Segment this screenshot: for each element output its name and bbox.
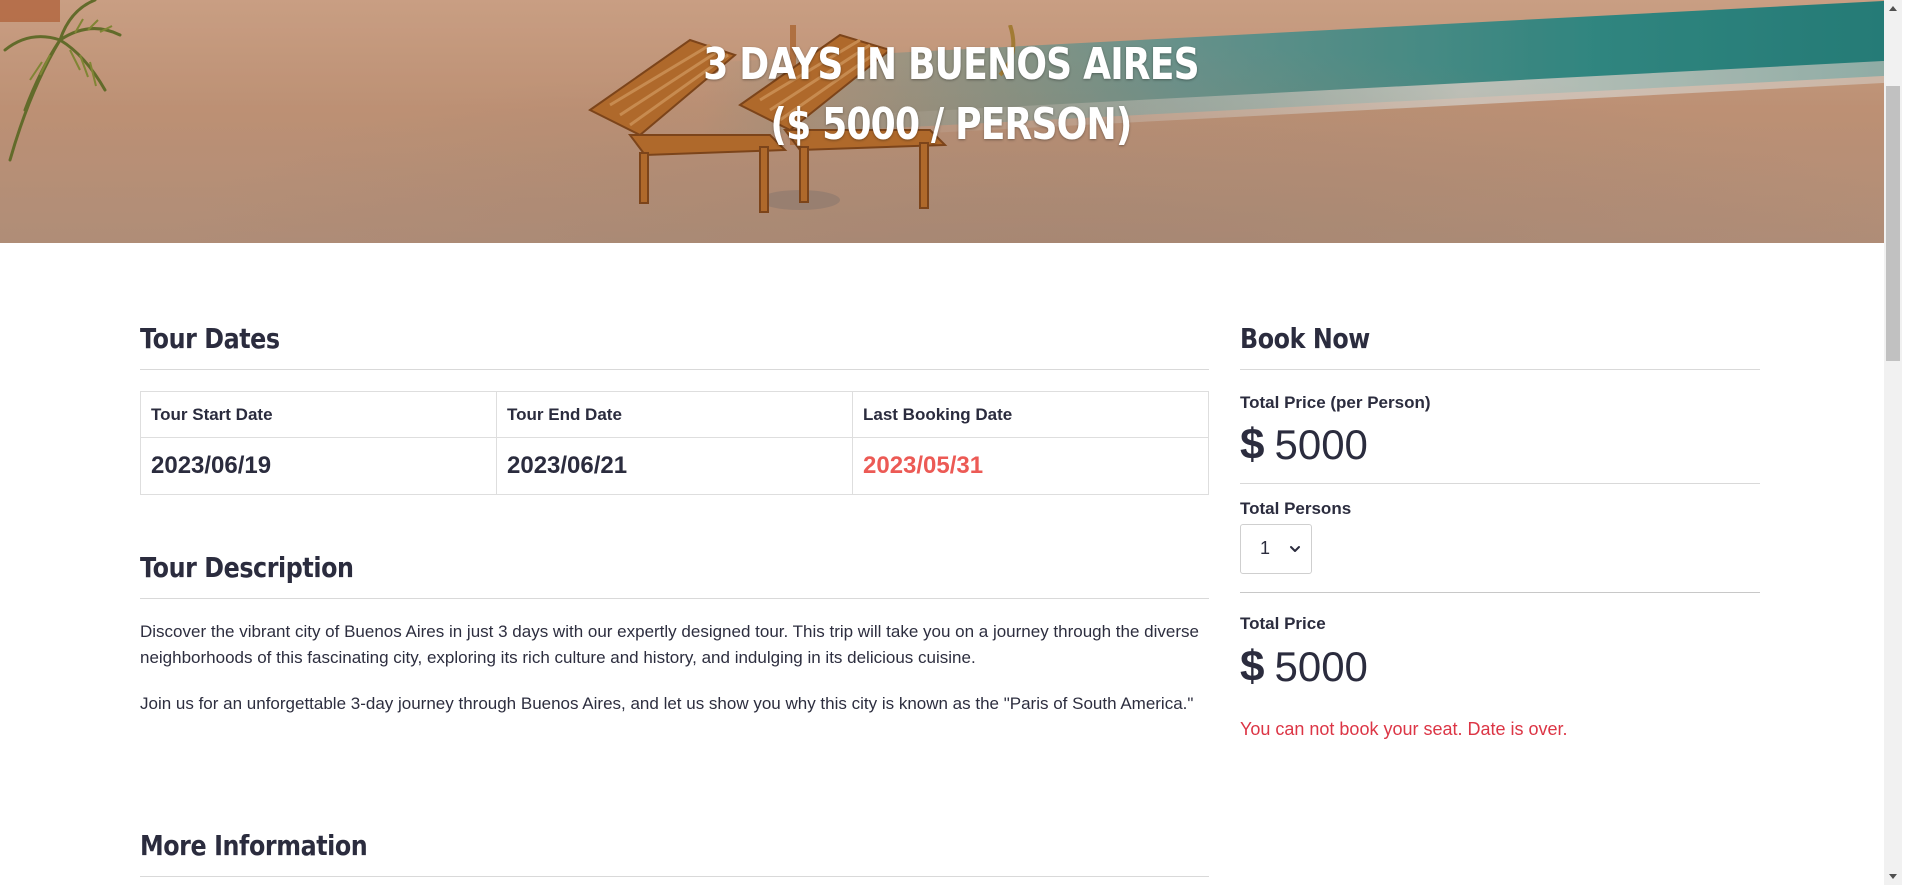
- price-per-person-amount: 5000: [1274, 421, 1368, 468]
- tour-title-name: 3 Days in Buenos Aires: [703, 39, 1199, 90]
- total-price-label: Total Price: [1240, 614, 1326, 633]
- start-date-value: 2023/06/19: [140, 437, 497, 495]
- tour-dates-value-row: 2023/06/19 2023/06/21 2023/05/31: [140, 437, 1209, 495]
- last-booking-header: Last Booking Date: [852, 391, 1209, 438]
- scroll-up-arrow-icon[interactable]: [1884, 0, 1902, 17]
- scroll-down-arrow-icon[interactable]: [1884, 868, 1902, 885]
- scrollbar-thumb[interactable]: [1886, 86, 1900, 361]
- more-information-heading: More Information: [140, 829, 368, 862]
- tour-dates-heading: Tour Dates: [140, 322, 280, 355]
- main-content: Tour Dates Tour Start Date Tour End Date…: [0, 243, 1902, 885]
- total-persons-select[interactable]: 1: [1240, 524, 1312, 574]
- tour-dates-divider: [140, 369, 1209, 370]
- tour-title: 3 Days in Buenos Aires ($ 5000 / Person): [171, 35, 1731, 155]
- end-date-value: 2023/06/21: [496, 437, 853, 495]
- tour-description-divider: [140, 598, 1209, 599]
- currency-symbol: $: [1240, 642, 1265, 691]
- price-per-person: $5000: [1240, 420, 1368, 470]
- tour-description-section: Tour Description Discover the vibrant ci…: [140, 548, 1209, 717]
- page-scrollbar[interactable]: [1884, 0, 1902, 885]
- start-date-header: Tour Start Date: [140, 391, 497, 438]
- tour-description-heading: Tour Description: [140, 551, 354, 584]
- book-now-section: Book Now: [1240, 319, 1760, 370]
- total-persons-label: Total Persons: [1240, 499, 1352, 518]
- booking-closed-message: You can not book your seat. Date is over…: [1240, 719, 1568, 739]
- book-now-divider: [1240, 369, 1760, 370]
- tour-dates-table: Tour Start Date Tour End Date Last Booki…: [140, 391, 1209, 495]
- total-price: $5000: [1240, 642, 1368, 692]
- persons-divider: [1240, 592, 1760, 593]
- last-booking-value: 2023/05/31: [852, 437, 1209, 495]
- hero-banner: 3 Days in Buenos Aires ($ 5000 / Person): [0, 0, 1902, 243]
- price-per-person-label: Total Price (per Person): [1240, 393, 1431, 412]
- price-divider: [1240, 483, 1760, 484]
- tour-dates-section: Tour Dates: [140, 319, 1209, 370]
- more-information-divider: [140, 876, 1209, 877]
- tour-dates-header-row: Tour Start Date Tour End Date Last Booki…: [140, 391, 1209, 438]
- tour-detail-page: 3 Days in Buenos Aires ($ 5000 / Person)…: [0, 0, 1902, 885]
- book-now-heading: Book Now: [1240, 322, 1370, 355]
- description-paragraph: Discover the vibrant city of Buenos Aire…: [140, 622, 1199, 667]
- end-date-header: Tour End Date: [496, 391, 853, 438]
- total-price-amount: 5000: [1274, 643, 1368, 690]
- currency-symbol: $: [1240, 420, 1265, 469]
- total-persons-value: 1: [1260, 538, 1271, 558]
- tour-title-price: ($ 5000 / Person): [770, 99, 1132, 150]
- description-paragraph: Join us for an unforgettable 3-day journ…: [140, 694, 1194, 713]
- tour-description-body: Discover the vibrant city of Buenos Aire…: [140, 619, 1209, 717]
- chevron-down-icon: [1290, 546, 1300, 552]
- more-information-section: More Information: [140, 826, 1209, 877]
